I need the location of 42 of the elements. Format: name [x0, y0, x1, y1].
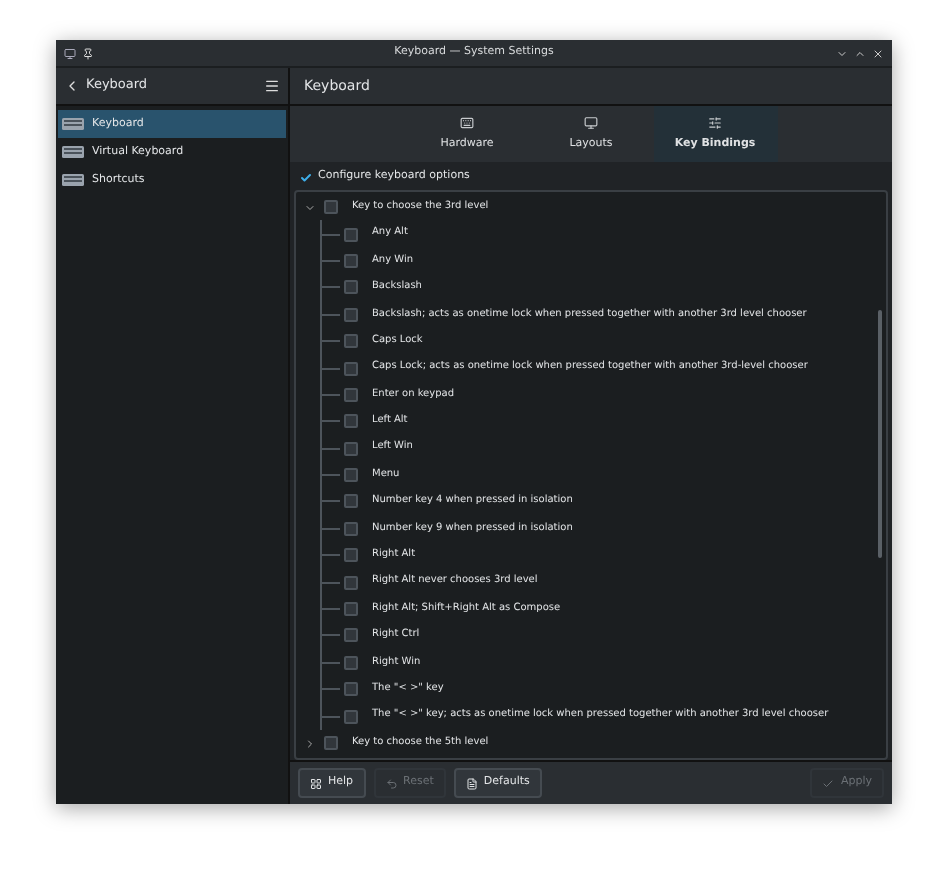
checkbox[interactable]	[344, 682, 358, 697]
checkbox[interactable]	[344, 307, 358, 322]
checkbox[interactable]	[344, 334, 358, 349]
checkbox[interactable]	[344, 521, 358, 536]
checkbox[interactable]	[344, 709, 358, 724]
monitor-icon	[584, 115, 598, 130]
undo-icon	[385, 777, 398, 789]
checkbox[interactable]	[344, 575, 358, 590]
checkbox[interactable]	[344, 387, 358, 402]
checkbox[interactable]	[324, 200, 338, 215]
maximize-icon[interactable]	[854, 47, 866, 59]
document-icon	[465, 777, 478, 789]
checkbox[interactable]	[344, 253, 358, 268]
close-icon[interactable]	[872, 47, 884, 59]
checkbox[interactable]	[344, 548, 358, 563]
checkbox[interactable]	[344, 494, 358, 509]
sliders-icon	[708, 115, 722, 130]
checkbox[interactable]	[344, 468, 358, 483]
back-icon[interactable]	[64, 78, 80, 94]
checkbox[interactable]	[344, 280, 358, 295]
expand-icon[interactable]	[304, 737, 316, 749]
scrollbar[interactable]	[878, 310, 882, 558]
checkbox[interactable]	[344, 602, 358, 617]
checkbox[interactable]	[324, 736, 338, 750]
checkbox[interactable]	[344, 361, 358, 376]
pin-icon[interactable]	[82, 47, 94, 59]
keyboard-icon	[62, 174, 84, 186]
minimize-icon[interactable]	[836, 47, 848, 59]
checkbox[interactable]	[344, 227, 358, 242]
app-icon	[64, 47, 76, 59]
checkbox[interactable]	[344, 655, 358, 670]
checkbox[interactable]	[344, 441, 358, 456]
checkbox[interactable]	[300, 171, 312, 183]
checkbox[interactable]	[344, 628, 358, 643]
keyboard-icon	[460, 115, 474, 130]
menu-icon[interactable]	[264, 78, 280, 94]
keyboard-icon	[62, 118, 84, 130]
checkbox[interactable]	[344, 414, 358, 429]
collapse-icon[interactable]	[304, 201, 316, 214]
grid-icon	[310, 777, 322, 789]
keyboard-icon	[62, 146, 84, 158]
check-icon	[822, 777, 835, 789]
